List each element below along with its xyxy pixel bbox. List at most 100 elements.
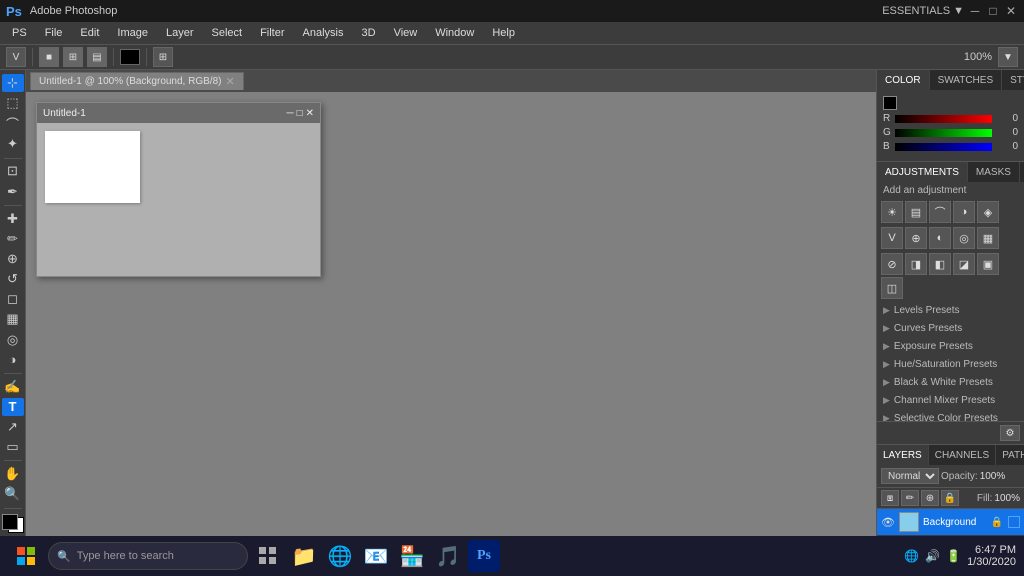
preset-levels[interactable]: ▶ Levels Presets	[877, 301, 1024, 319]
blend-mode-select[interactable]: Normal Multiply Screen	[881, 468, 939, 484]
adj-levels-icon[interactable]: ▤	[905, 201, 927, 223]
tab-masks[interactable]: MASKS	[968, 162, 1020, 182]
tool-magic-wand[interactable]: ✦	[2, 135, 24, 153]
doc-max-btn[interactable]: □	[297, 108, 303, 119]
tab-swatches[interactable]: SWATCHES	[930, 70, 1003, 90]
document-tab[interactable]: Untitled-1 @ 100% (Background, RGB/8) ✕	[30, 72, 244, 90]
tool-crop[interactable]: ⊡	[2, 162, 24, 180]
tab-adjustments[interactable]: ADJUSTMENTS	[877, 162, 968, 182]
adj-colorramp-icon[interactable]: ⊘	[881, 253, 903, 275]
adj-photofilter-icon[interactable]: ◎	[953, 227, 975, 249]
foreground-color-btn[interactable]	[120, 49, 140, 65]
lock-all-btn[interactable]: 🔒	[941, 490, 959, 506]
adj-colorbalance-icon[interactable]: ⊕	[905, 227, 927, 249]
adj-bw-icon[interactable]: ◐	[929, 227, 951, 249]
adj-curves-icon[interactable]: ⌒	[929, 201, 951, 223]
tool-history-brush[interactable]: ↺	[2, 270, 24, 288]
doc-tab-close[interactable]: ✕	[225, 75, 234, 88]
clock[interactable]: 6:47 PM 1/30/2020	[967, 544, 1016, 568]
menu-window[interactable]: Window	[427, 25, 482, 41]
menu-filter[interactable]: Filter	[252, 25, 292, 41]
foreground-color[interactable]	[2, 514, 18, 530]
layer-visibility-icon[interactable]: 👁	[881, 515, 895, 529]
essentials-label[interactable]: ESSENTIALS ▼	[882, 5, 964, 17]
start-button[interactable]	[8, 538, 44, 574]
extra-btn[interactable]: ⊞	[153, 47, 173, 67]
tool-type[interactable]: T	[2, 398, 24, 416]
zoom-dropdown[interactable]: ▼	[998, 47, 1018, 67]
menu-select[interactable]: Select	[204, 25, 251, 41]
lock-pixels-btn[interactable]: ✏	[901, 490, 919, 506]
tool-heal[interactable]: ✚	[2, 210, 24, 228]
adjustments-options-btn[interactable]: ⚙	[1000, 425, 1020, 441]
browser-icon[interactable]: 🌐	[324, 540, 356, 572]
tool-path-select[interactable]: ↗	[2, 418, 24, 436]
store-icon[interactable]: 🏪	[396, 540, 428, 572]
menu-edit[interactable]: Edit	[72, 25, 107, 41]
menu-ps[interactable]: PS	[4, 25, 35, 41]
maximize-button[interactable]: □	[986, 4, 1000, 18]
tool-blur[interactable]: ◎	[2, 331, 24, 349]
preset-bw[interactable]: ▶ Black & White Presets	[877, 373, 1024, 391]
preset-curves[interactable]: ▶ Curves Presets	[877, 319, 1024, 337]
menu-help[interactable]: Help	[484, 25, 523, 41]
tool-dodge[interactable]: ◑	[2, 351, 24, 369]
tool-pen[interactable]: ✍	[2, 378, 24, 396]
menu-file[interactable]: File	[37, 25, 71, 41]
layer-background[interactable]: 👁 Background 🔒	[877, 509, 1024, 535]
tool-hand[interactable]: ✋	[2, 465, 24, 483]
preset-channelmixer[interactable]: ▶ Channel Mixer Presets	[877, 391, 1024, 409]
color-swatches[interactable]	[2, 514, 24, 532]
adj-gradient-icon[interactable]: ▣	[977, 253, 999, 275]
tool-move[interactable]: ⊹	[2, 74, 24, 92]
adj-threshold-icon[interactable]: ◪	[953, 253, 975, 275]
preset-huesat[interactable]: ▶ Hue/Saturation Presets	[877, 355, 1024, 373]
tool-gradient[interactable]: ▦	[2, 310, 24, 328]
option3[interactable]: ▤	[87, 47, 107, 67]
adj-exposure-icon[interactable]: ◑	[953, 201, 975, 223]
show-transform-btn[interactable]: ⊞	[63, 47, 83, 67]
email-icon[interactable]: 📧	[360, 540, 392, 572]
tool-eraser[interactable]: ◻	[2, 290, 24, 308]
tab-channels[interactable]: CHANNELS	[929, 445, 996, 465]
close-button[interactable]: ✕	[1004, 4, 1018, 18]
menu-layer[interactable]: Layer	[158, 25, 202, 41]
lock-position-btn[interactable]: ⊕	[921, 490, 939, 506]
adj-huesaturation-icon[interactable]: V	[881, 227, 903, 249]
adj-vibrance-icon[interactable]: ◈	[977, 201, 999, 223]
tool-shape[interactable]: ▭	[2, 438, 24, 456]
tab-styles[interactable]: STYLES	[1002, 70, 1024, 90]
network-icon[interactable]: 🌐	[904, 549, 919, 563]
menu-image[interactable]: Image	[109, 25, 156, 41]
auto-select-btn[interactable]: ■	[39, 47, 59, 67]
preset-selectivecolor[interactable]: ▶ Selective Color Presets	[877, 409, 1024, 421]
tool-zoom[interactable]: 🔍	[2, 485, 24, 503]
tool-brush[interactable]: ✏	[2, 230, 24, 248]
volume-icon[interactable]: 🔊	[925, 549, 940, 563]
doc-close-btn[interactable]: ✕	[306, 108, 314, 119]
adj-brightness-icon[interactable]: ☀	[881, 201, 903, 223]
task-view-button[interactable]	[252, 540, 284, 572]
tab-color[interactable]: COLOR	[877, 70, 930, 90]
minimize-button[interactable]: ─	[968, 4, 982, 18]
menu-analysis[interactable]: Analysis	[295, 25, 352, 41]
adj-channelmixer-icon[interactable]: ▦	[977, 227, 999, 249]
color-fg-swatch[interactable]	[883, 96, 897, 110]
move-options-v[interactable]: V	[6, 47, 26, 67]
layer-options-icon[interactable]	[1008, 516, 1020, 528]
tab-layers[interactable]: LAYERS	[877, 445, 929, 465]
adj-invert-icon[interactable]: ◨	[905, 253, 927, 275]
music-icon[interactable]: 🎵	[432, 540, 464, 572]
search-bar[interactable]: 🔍 Type here to search	[48, 542, 248, 570]
lock-transparent-btn[interactable]: ⧆	[881, 490, 899, 506]
tool-eyedropper[interactable]: ✒	[2, 183, 24, 201]
doc-min-btn[interactable]: ─	[286, 108, 293, 119]
adj-selective-icon[interactable]: ◫	[881, 277, 903, 299]
tool-lasso[interactable]: ⌒	[2, 114, 24, 133]
adj-posterize-icon[interactable]: ◧	[929, 253, 951, 275]
adjustments-panel-menu[interactable]: ≡	[1020, 162, 1024, 182]
photoshop-taskbar-icon[interactable]: Ps	[468, 540, 500, 572]
menu-3d[interactable]: 3D	[354, 25, 384, 41]
menu-view[interactable]: View	[386, 25, 426, 41]
tool-clone[interactable]: ⊕	[2, 250, 24, 268]
